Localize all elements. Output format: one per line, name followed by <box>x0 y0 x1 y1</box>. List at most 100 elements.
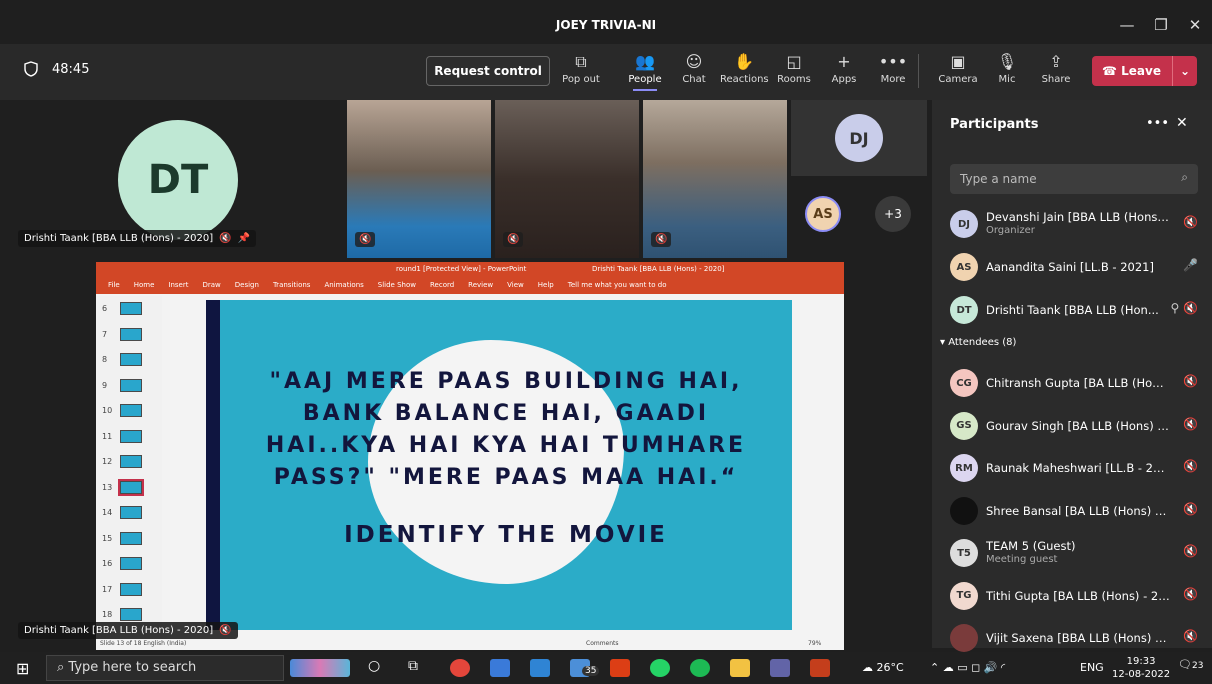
reactions-button[interactable]: ✋ Reactions <box>720 52 769 85</box>
notifications[interactable]: 🗨23 <box>1178 658 1203 671</box>
close-button[interactable]: ✕ <box>1180 16 1210 34</box>
participant-name: TEAM 5 (Guest) Meeting guest <box>986 539 1076 565</box>
mic-off-icon: 🔇 <box>1183 629 1198 643</box>
chat-button[interactable]: ☺ Chat <box>670 52 718 85</box>
slide-thumbnail[interactable]: 12 <box>102 455 142 468</box>
slide-thumbnail[interactable]: 14 <box>102 506 142 519</box>
more-button[interactable]: ••• More <box>869 52 917 85</box>
avatar: DJ <box>950 210 978 238</box>
participant-row[interactable]: RM Raunak Maheshwari [LL.B - 2021] 🔇 <box>950 450 1200 486</box>
participant-row[interactable]: DT Drishti Taank [BBA LLB (Hon... ⚲ 🔇 <box>950 292 1200 328</box>
ppt-menu-help[interactable]: Help <box>538 281 554 289</box>
slide-thumbnails: 6 7 8 9 10 11 12 13 14 15 16 17 18 <box>96 296 162 638</box>
clock[interactable]: 19:33 12-08-2022 <box>1112 655 1170 681</box>
mic-off-icon: 🔇 <box>1183 544 1198 558</box>
ppt-menu-animations[interactable]: Animations <box>324 281 363 289</box>
dj-avatar: DJ <box>835 114 883 162</box>
participant-row[interactable]: AS Aanandita Saini [LL.B - 2021] 🎤 <box>950 249 1200 285</box>
task-view-icon[interactable]: ⧉ <box>408 658 418 674</box>
participant-row[interactable]: DJ Devanshi Jain [BBA LLB (Hons) - ... Org… <box>950 206 1200 242</box>
slide-thumbnail[interactable]: 16 <box>102 557 142 570</box>
ppt-menu-file[interactable]: File <box>108 281 120 289</box>
attendees-header[interactable]: ▾ Attendees (8) <box>940 337 1016 348</box>
people-button[interactable]: 👥 People <box>621 52 669 91</box>
store-icon[interactable] <box>490 659 510 677</box>
participant-search-input[interactable]: Type a name ⌕ <box>950 164 1198 194</box>
leave-button[interactable]: ☎ Leave ⌄ <box>1092 56 1197 86</box>
chrome-icon[interactable] <box>450 659 470 677</box>
cortana-icon[interactable]: ○ <box>368 658 380 674</box>
overflow-participants[interactable]: +3 <box>875 196 911 232</box>
share-icon: ⇪ <box>1049 52 1063 71</box>
share-button[interactable]: ⇪ Share <box>1032 52 1080 85</box>
file-explorer-icon[interactable] <box>730 659 750 677</box>
maximize-button[interactable]: ❐ <box>1146 16 1176 34</box>
participant-row[interactable]: GS Gourav Singh [BA LLB (Hons) - 2... 🔇 <box>950 408 1200 444</box>
slide-thumbnail-image <box>120 608 142 621</box>
slide-thumbnail[interactable]: 7 <box>102 327 142 341</box>
ppt-menu-record[interactable]: Record <box>430 281 454 289</box>
mic-off-icon: 🔇 <box>1183 215 1198 229</box>
slide-thumbnail[interactable]: 9 <box>102 378 142 392</box>
widget-icon[interactable] <box>290 659 350 677</box>
slide-thumbnail[interactable]: 11 <box>102 429 142 443</box>
ppt-menu-insert[interactable]: Insert <box>168 281 188 289</box>
windows-start-icon[interactable]: ⊞ <box>16 659 29 678</box>
slide-thumbnail-image <box>118 478 144 496</box>
plus-icon: + <box>837 52 851 71</box>
ppt-menu-transitions[interactable]: Transitions <box>273 281 311 289</box>
whatsapp-icon[interactable] <box>650 659 670 677</box>
mail-icon[interactable] <box>530 659 550 677</box>
chevron-down-icon[interactable]: ⌄ <box>1172 56 1197 86</box>
slide-thumbnail[interactable]: 8 <box>102 353 142 366</box>
participants-panel: Participants ••• ✕ Type a name ⌕ DJ Devan… <box>932 100 1212 652</box>
spotify-icon[interactable] <box>690 659 710 677</box>
slide-thumbnail[interactable]: 18 <box>102 608 142 621</box>
teams-icon[interactable] <box>770 659 790 677</box>
taskbar-search-input[interactable]: ⌕ Type here to search <box>46 655 284 681</box>
slide-thumbnail[interactable]: 6 <box>102 302 142 315</box>
shield-icon <box>24 61 38 77</box>
avatar: RM <box>950 454 978 482</box>
video-tile-2[interactable]: 🔇 <box>495 100 639 258</box>
slide-thumbnail[interactable]: 15 <box>102 531 142 545</box>
participant-row[interactable]: TG Tithi Gupta [BA LLB (Hons) - 2021] 🔇 <box>950 578 1200 614</box>
ppt-tell-me[interactable]: Tell me what you want to do <box>568 281 667 289</box>
slide-thumbnail[interactable]: 10 <box>102 404 142 417</box>
participant-row[interactable]: Shree Bansal [BA LLB (Hons) - 2... 🔇 <box>950 493 1200 529</box>
office-icon[interactable] <box>610 659 630 677</box>
ppt-menu-review[interactable]: Review <box>468 281 493 289</box>
participant-name: Shree Bansal [BA LLB (Hons) - 2... <box>986 503 1170 518</box>
ppt-menu-slideshow[interactable]: Slide Show <box>378 281 416 289</box>
powerpoint-icon[interactable] <box>810 659 830 677</box>
ppt-menu-home[interactable]: Home <box>134 281 155 289</box>
mic-button[interactable]: 🎙 Mic <box>983 52 1031 85</box>
weather[interactable]: ☁ 26°C <box>862 661 904 674</box>
slide-thumbnail-image <box>120 302 142 315</box>
ppt-menu-draw[interactable]: Draw <box>202 281 220 289</box>
camera-button[interactable]: ▣ Camera <box>934 52 982 85</box>
pop-out-button[interactable]: ⧉ Pop out <box>557 52 605 85</box>
search-icon: ⌕ <box>1181 170 1188 184</box>
video-tile-1[interactable]: 🔇 <box>347 100 491 258</box>
slide-thumbnail[interactable]: 17 <box>102 582 142 596</box>
system-tray-icons[interactable]: ⌃ ☁ ▭ ◻ 🔊 ◜ <box>930 661 1005 674</box>
video-tile-3[interactable]: 🔇 <box>643 100 787 258</box>
close-icon[interactable]: ✕ <box>1176 115 1188 131</box>
slide-thumbnail[interactable]: 13 <box>102 478 144 496</box>
request-control-button[interactable]: Request control <box>426 56 550 86</box>
minimize-button[interactable]: — <box>1112 16 1142 34</box>
participant-row[interactable]: T5 TEAM 5 (Guest) Meeting guest 🔇 <box>950 535 1200 571</box>
video-tile-dj[interactable]: DJ <box>791 100 927 176</box>
participant-name: Tithi Gupta [BA LLB (Hons) - 2021] <box>986 588 1170 603</box>
ppt-menu-view[interactable]: View <box>507 281 524 289</box>
participant-row[interactable]: CG Chitransh Gupta [BA LLB (Hons) ... 🔇 <box>950 365 1200 401</box>
apps-button[interactable]: + Apps <box>820 52 868 85</box>
phone-icon: ☎ <box>1102 64 1122 78</box>
app-badge: 35 <box>582 666 600 676</box>
language-indicator[interactable]: ENG <box>1080 661 1104 674</box>
participant-row[interactable]: Vijit Saxena [BBA LLB (Hons) - 2... 🔇 <box>950 620 1200 656</box>
ppt-menu-design[interactable]: Design <box>235 281 259 289</box>
rooms-button[interactable]: ◱ Rooms <box>770 52 818 85</box>
more-icon[interactable]: ••• <box>1146 116 1169 131</box>
